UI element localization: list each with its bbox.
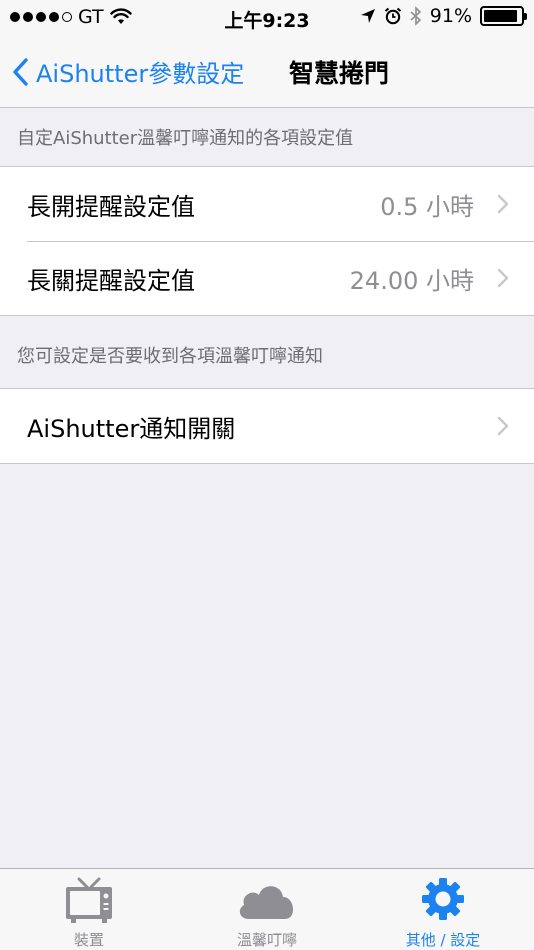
close-reminder-row[interactable]: 長關提醒設定值 24.00 小時 bbox=[0, 241, 534, 315]
tab-devices[interactable]: 裝置 bbox=[44, 869, 134, 950]
gear-icon bbox=[422, 878, 464, 920]
battery-level bbox=[484, 10, 517, 22]
notification-switch-label: AiShutter通知開關 bbox=[27, 414, 236, 443]
navigation-bar: AiShutter參數設定 智慧捲門 bbox=[0, 36, 534, 108]
section-header-notification-toggle: 您可設定是否要收到各項溫馨叮嚀通知 bbox=[17, 346, 323, 367]
tab-settings[interactable]: 其他 / 設定 bbox=[388, 869, 498, 950]
notification-switch-row[interactable]: AiShutter通知開關 bbox=[0, 389, 534, 463]
tab-settings-label: 其他 / 設定 bbox=[405, 931, 481, 949]
tab-bar: 裝置 溫馨叮嚀 其他 / 設定 bbox=[0, 868, 534, 950]
bluetooth-icon bbox=[410, 6, 421, 26]
section-header-reminder-values: 自定AiShutter溫馨叮嚀通知的各項設定值 bbox=[17, 128, 354, 149]
back-button-label: AiShutter參數設定 bbox=[36, 60, 245, 88]
location-arrow-icon bbox=[360, 9, 375, 23]
chevron-right-icon bbox=[497, 416, 509, 436]
tv-icon bbox=[66, 877, 112, 923]
tab-devices-label: 裝置 bbox=[73, 931, 104, 949]
open-reminder-row[interactable]: 長開提醒設定值 0.5 小時 bbox=[0, 167, 534, 241]
notification-settings-group: AiShutter通知開關 bbox=[0, 388, 534, 464]
open-reminder-value: 0.5 小時 bbox=[380, 192, 474, 221]
battery-icon bbox=[480, 6, 527, 26]
open-reminder-label: 長開提醒設定值 bbox=[27, 192, 195, 221]
chevron-left-icon bbox=[13, 57, 28, 86]
alarm-clock-icon bbox=[384, 7, 401, 25]
page-title: 智慧捲門 bbox=[289, 59, 390, 88]
status-bar: GT 上午9:23 91% bbox=[0, 0, 534, 36]
close-reminder-label: 長關提醒設定值 bbox=[27, 266, 195, 295]
battery-percent: 91% bbox=[429, 5, 472, 27]
tab-reminders[interactable]: 溫馨叮嚀 bbox=[222, 869, 312, 950]
close-reminder-value: 24.00 小時 bbox=[349, 266, 474, 295]
chevron-right-icon bbox=[497, 268, 509, 288]
reminder-settings-group: 長開提醒設定值 0.5 小時 長關提醒設定值 24.00 小時 bbox=[0, 166, 534, 316]
chevron-right-icon bbox=[497, 194, 509, 214]
status-right: 91% bbox=[360, 5, 527, 27]
cloud-icon bbox=[239, 886, 294, 919]
back-button[interactable]: AiShutter參數設定 bbox=[12, 54, 244, 89]
tab-reminders-label: 溫馨叮嚀 bbox=[236, 931, 297, 949]
